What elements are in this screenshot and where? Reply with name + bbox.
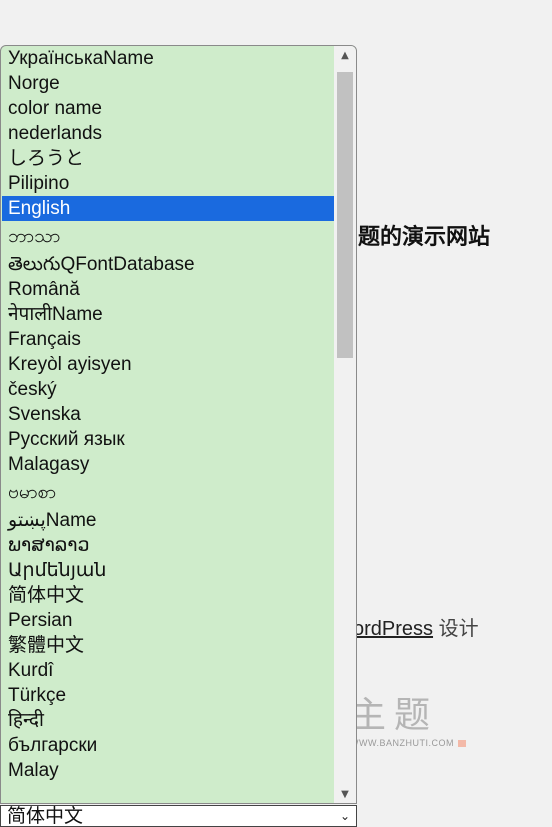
language-option[interactable]: Français <box>2 327 334 352</box>
language-option[interactable]: नेपालीName <box>2 302 334 327</box>
language-option[interactable]: Svenska <box>2 402 334 427</box>
language-select-value: 简体中文 <box>7 805 84 827</box>
watermark-text: 主题 <box>350 695 439 736</box>
language-option[interactable]: తెలుగుQFontDatabase <box>2 252 334 277</box>
language-option[interactable]: Persian <box>2 608 334 633</box>
footer-suffix: 设计 <box>438 618 479 640</box>
language-option[interactable]: Pilipino <box>2 171 334 196</box>
language-option[interactable]: Kurdî <box>2 658 334 683</box>
language-dropdown-list[interactable]: УкраїнськаName Norge color name nederlands し… <box>0 45 357 804</box>
chevron-down-icon: ⌄ <box>339 809 350 823</box>
page-heading: 题的演示网站 <box>358 225 491 250</box>
language-select[interactable]: 简体中文 ⌄ <box>0 805 357 827</box>
language-option[interactable]: Norge <box>2 71 334 96</box>
language-option[interactable]: český <box>2 377 334 402</box>
watermark-dot <box>458 740 466 747</box>
language-option[interactable]: color name <box>2 96 334 121</box>
language-option[interactable]: ဘာသာ <box>2 221 334 252</box>
language-option[interactable]: Română <box>2 277 334 302</box>
language-option[interactable]: Արմենյան <box>2 558 334 583</box>
language-option[interactable]: Malay <box>2 758 334 783</box>
language-option[interactable]: 简体中文 <box>2 583 334 608</box>
footer-wordpress-link[interactable]: ordPress <box>353 618 433 640</box>
language-option[interactable]: УкраїнськаName <box>2 46 334 71</box>
language-option[interactable]: English <box>2 196 334 221</box>
footer-credit: ordPress 设计 <box>353 612 479 641</box>
scroll-up-icon[interactable]: ▲ <box>334 46 356 64</box>
language-option[interactable]: ဗမာစာ <box>2 477 334 508</box>
language-option[interactable]: हिन्दी <box>2 708 334 733</box>
language-option[interactable]: 繁體中文 <box>2 633 334 658</box>
language-option[interactable]: Malagasy <box>2 452 334 477</box>
scrollbar-thumb[interactable] <box>337 72 353 358</box>
scroll-down-icon[interactable]: ▼ <box>334 785 356 803</box>
language-option[interactable]: nederlands <box>2 121 334 146</box>
language-option[interactable]: پښتوName <box>2 508 334 533</box>
language-option[interactable]: Türkçe <box>2 683 334 708</box>
language-options: УкраїнськаName Norge color name nederlands し… <box>2 46 334 783</box>
language-option[interactable]: Kreyòl ayisyen <box>2 352 334 377</box>
dropdown-scrollbar[interactable]: ▲ ▼ <box>334 46 356 803</box>
language-option[interactable]: български <box>2 733 334 758</box>
language-option[interactable]: ພາສາລາວ <box>2 533 334 558</box>
language-option[interactable]: Русский язык <box>2 427 334 452</box>
watermark-url: WWW.BANZHUTI.COM <box>350 738 454 748</box>
language-option[interactable]: しろうと <box>2 146 334 171</box>
